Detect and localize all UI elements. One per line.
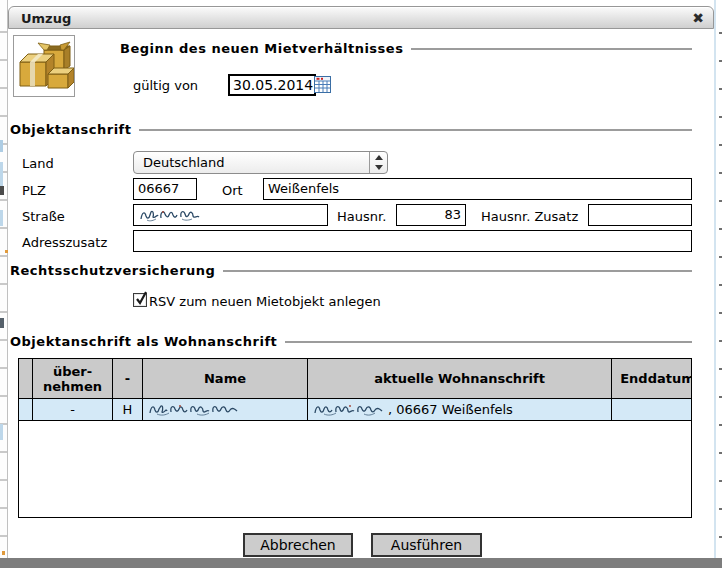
intro-heading: Beginn des neuen Mietverhältnisses <box>120 41 403 56</box>
rechtsschutz-section-header: Rechtsschutzversicherung <box>10 263 692 278</box>
header-anschrift-label: aktuelle Wohnanschrift <box>374 371 545 386</box>
row-enddatum-cell <box>612 399 691 420</box>
redacted-scribble <box>312 402 388 418</box>
hausnr-zusatz-input[interactable] <box>588 204 692 226</box>
header-enddatum-label: Enddatum <box>620 371 691 386</box>
redacted-scribble <box>147 402 243 418</box>
select-stepper-icon <box>369 152 387 173</box>
plz-label: PLZ <box>22 183 46 198</box>
hausnr-input[interactable]: 83 <box>396 204 466 226</box>
background-fragment <box>0 210 3 226</box>
row-select-cell <box>19 399 33 420</box>
rechtsschutz-section-title: Rechtsschutzversicherung <box>10 263 215 278</box>
calendar-icon[interactable] <box>314 76 331 93</box>
wohnanschrift-table: über- nehmen - Name aktuelle Wohnanschri… <box>18 358 692 518</box>
cancel-button[interactable]: Abbrechen <box>243 533 353 557</box>
row-uebernehmen-cell: - <box>33 399 113 420</box>
redacted-scribble <box>138 207 208 225</box>
hausnr-label: Hausnr. <box>337 209 386 224</box>
background-fragment <box>0 140 3 152</box>
land-select[interactable]: Deutschland <box>133 151 388 174</box>
gueltig-von-input[interactable]: 30.05.2014 <box>228 74 316 96</box>
objektanschrift-section-rule <box>139 129 692 131</box>
header-empty <box>19 359 33 398</box>
intro-section-header: Beginn des neuen Mietverhältnisses <box>120 41 692 56</box>
header-dash: - <box>113 359 143 398</box>
background-fragment <box>0 186 4 195</box>
adresszusatz-input[interactable] <box>133 230 692 252</box>
table-header-row: über- nehmen - Name aktuelle Wohnanschri… <box>19 359 691 399</box>
background-bottom-bar <box>0 558 722 568</box>
header-dash-label: - <box>125 371 130 386</box>
background-fragment <box>0 162 3 186</box>
objektanschrift-section-header: Objektanschrift <box>10 122 692 137</box>
wohnanschrift-section-header: Objektanschrift als Wohnanschrift <box>10 334 692 349</box>
wohnanschrift-section-title: Objektanschrift als Wohnanschrift <box>10 334 277 349</box>
row-uebernehmen-value: - <box>70 402 75 417</box>
gueltig-von-label: gültig von <box>133 78 198 93</box>
strasse-label: Straße <box>22 209 65 224</box>
hausnr-zusatz-label: Hausnr. Zusatz <box>481 209 578 224</box>
land-selected-value: Deutschland <box>143 155 225 170</box>
row-name-cell <box>143 399 308 420</box>
table-row[interactable]: - H , 06667 Weißenfels <box>19 399 691 421</box>
row-anschrift-value: , 06667 Weißenfels <box>388 402 513 417</box>
wohnanschrift-section-rule <box>285 341 692 343</box>
submit-button[interactable]: Ausführen <box>371 533 482 557</box>
header-uebernehmen: über- nehmen <box>33 359 113 398</box>
background-fragment <box>0 318 4 328</box>
intro-heading-rule <box>411 48 692 50</box>
objektanschrift-section-title: Objektanschrift <box>10 122 131 137</box>
background-fragment <box>0 424 3 440</box>
background-fragment <box>2 551 5 555</box>
strasse-input[interactable] <box>133 204 328 226</box>
header-uebernehmen-line1: über- <box>53 364 92 379</box>
plz-input[interactable]: 06667 <box>133 178 197 200</box>
header-name-label: Name <box>204 371 246 386</box>
row-code-value: H <box>123 402 133 417</box>
checkmark-icon <box>134 290 149 306</box>
moving-boxes-icon <box>13 35 75 97</box>
background-page-left-strip <box>0 0 8 558</box>
ort-input[interactable]: Weißenfels <box>263 178 692 200</box>
rsv-checkbox[interactable] <box>133 293 147 307</box>
page: Umzug ✖ Beginn des neuen Mietverhältniss… <box>0 0 722 568</box>
close-icon[interactable]: ✖ <box>692 10 704 26</box>
dialog-titlebar: Umzug ✖ <box>8 6 714 29</box>
header-uebernehmen-line2: nehmen <box>43 379 102 394</box>
header-name: Name <box>143 359 308 398</box>
dialog-title: Umzug <box>21 11 71 26</box>
adresszusatz-label: Adresszusatz <box>22 235 107 250</box>
rsv-checkbox-label: RSV zum neuen Mietobjekt anlegen <box>149 294 381 309</box>
row-anschrift-cell: , 06667 Weißenfels <box>308 399 612 420</box>
header-anschrift: aktuelle Wohnanschrift <box>308 359 612 398</box>
header-enddatum: Enddatum <box>612 359 691 398</box>
row-code-cell: H <box>113 399 143 420</box>
land-label: Land <box>22 156 54 171</box>
ort-label: Ort <box>222 183 243 198</box>
rechtsschutz-section-rule <box>223 270 692 272</box>
